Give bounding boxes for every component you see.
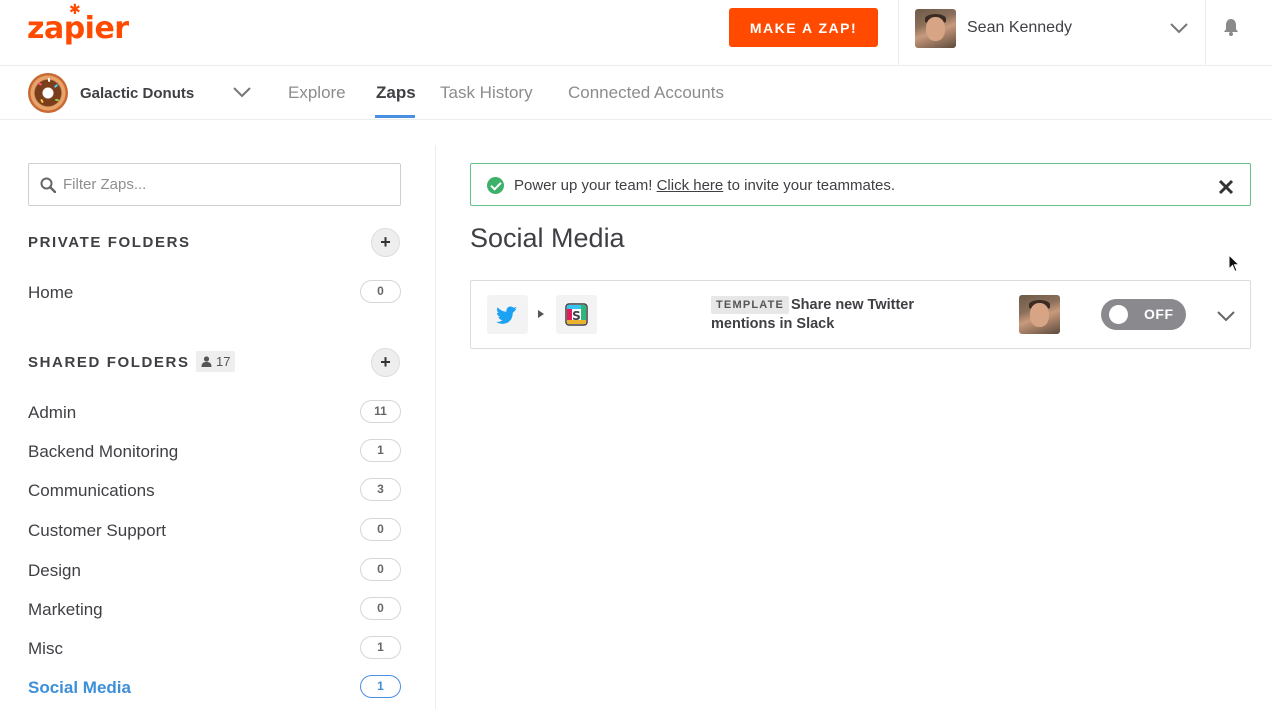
folder-name: Home xyxy=(28,283,74,302)
folder-item-social-media[interactable]: Social Media 1 xyxy=(28,675,401,701)
team-donut-logo[interactable] xyxy=(28,73,68,113)
folder-name: Admin xyxy=(28,403,77,422)
chevron-down-icon[interactable] xyxy=(1168,18,1190,38)
tab-explore[interactable]: Explore xyxy=(288,83,346,103)
folder-count-badge: 0 xyxy=(360,558,401,581)
toggle-label: OFF xyxy=(1144,306,1174,322)
folder-count-badge: 0 xyxy=(360,280,401,303)
sidebar-divider xyxy=(435,145,436,709)
filter-zaps-input[interactable] xyxy=(63,165,393,204)
folder-name: Backend Monitoring xyxy=(28,442,179,461)
tab-connected-accounts[interactable]: Connected Accounts xyxy=(568,83,724,103)
add-shared-folder-button[interactable]: + xyxy=(371,348,400,377)
folder-count-badge: 1 xyxy=(360,636,401,659)
template-tag: TEMPLATE xyxy=(711,296,790,314)
make-a-zap-button[interactable]: MAKE A ZAP! xyxy=(729,8,878,47)
folder-count-badge: 1 xyxy=(360,439,401,462)
folder-count-badge: 0 xyxy=(360,597,401,620)
private-folders-heading: PRIVATE FOLDERS xyxy=(28,234,191,251)
team-name[interactable]: Galactic Donuts xyxy=(80,85,194,102)
arrow-right-icon xyxy=(538,310,544,318)
tab-task-history[interactable]: Task History xyxy=(440,83,533,103)
folder-name: Design xyxy=(28,561,81,580)
check-circle-icon xyxy=(487,177,504,194)
chevron-down-icon[interactable] xyxy=(1215,306,1237,326)
user-avatar[interactable] xyxy=(915,9,956,48)
divider xyxy=(1205,0,1206,66)
zap-row[interactable]: S Share new Twitter mentions in Slack TE… xyxy=(470,280,1251,349)
folder-item-communications[interactable]: Communications 3 xyxy=(28,478,401,504)
logo-star-icon: ✱ xyxy=(69,2,81,18)
zapier-logo[interactable]: zapier ✱ xyxy=(27,2,129,46)
folder-count-badge: 1 xyxy=(360,675,401,698)
sub-navigation: Galactic Donuts Explore Zaps Task Histor… xyxy=(0,66,1272,120)
add-private-folder-button[interactable]: + xyxy=(371,228,400,257)
folder-item-admin[interactable]: Admin 11 xyxy=(28,400,401,426)
active-tab-indicator xyxy=(375,115,415,118)
folder-item-misc[interactable]: Misc 1 xyxy=(28,636,401,662)
search-icon xyxy=(40,177,56,193)
filter-zaps-field xyxy=(28,163,401,206)
folder-name: Customer Support xyxy=(28,521,166,540)
divider xyxy=(898,0,899,66)
folder-name: Marketing xyxy=(28,600,103,619)
top-bar: zapier ✱ MAKE A ZAP! Sean Kennedy xyxy=(0,0,1272,66)
toggle-knob xyxy=(1109,305,1128,324)
folder-item-design[interactable]: Design 0 xyxy=(28,558,401,584)
invite-banner: Power up your team! Click here to invite… xyxy=(470,163,1251,206)
folder-count-badge: 11 xyxy=(360,400,401,423)
folder-title: Social Media xyxy=(470,223,625,253)
folder-name: Communications xyxy=(28,481,155,500)
folder-count-badge: 0 xyxy=(360,518,401,541)
folder-item-customer-support[interactable]: Customer Support 0 xyxy=(28,518,401,544)
members-count: 17 xyxy=(216,354,231,369)
invite-link[interactable]: Click here xyxy=(657,177,724,194)
svg-text:S: S xyxy=(572,309,581,323)
mouse-cursor-icon xyxy=(1228,254,1240,273)
folder-name: Misc xyxy=(28,639,63,658)
folder-item-home[interactable]: Home 0 xyxy=(28,280,401,306)
tab-zaps[interactable]: Zaps xyxy=(376,83,416,103)
banner-message: Power up your team! Click here to invite… xyxy=(514,177,896,194)
twitter-icon xyxy=(487,295,528,334)
user-name[interactable]: Sean Kennedy xyxy=(967,19,1072,37)
zap-owner-avatar xyxy=(1019,295,1060,334)
zap-on-off-toggle[interactable]: OFF xyxy=(1101,299,1186,330)
folder-count-badge: 3 xyxy=(360,478,401,501)
notification-bell-icon[interactable] xyxy=(1221,17,1241,37)
folder-item-marketing[interactable]: Marketing 0 xyxy=(28,597,401,623)
members-count-badge: 17 xyxy=(196,351,236,372)
close-icon[interactable] xyxy=(1217,178,1235,196)
slack-icon: S xyxy=(556,295,597,334)
folder-name: Social Media xyxy=(28,678,131,697)
chevron-down-icon[interactable] xyxy=(231,82,253,102)
shared-folders-heading: SHARED FOLDERS xyxy=(28,354,190,371)
folder-item-backend-monitoring[interactable]: Backend Monitoring 1 xyxy=(28,439,401,465)
user-icon xyxy=(201,356,212,367)
